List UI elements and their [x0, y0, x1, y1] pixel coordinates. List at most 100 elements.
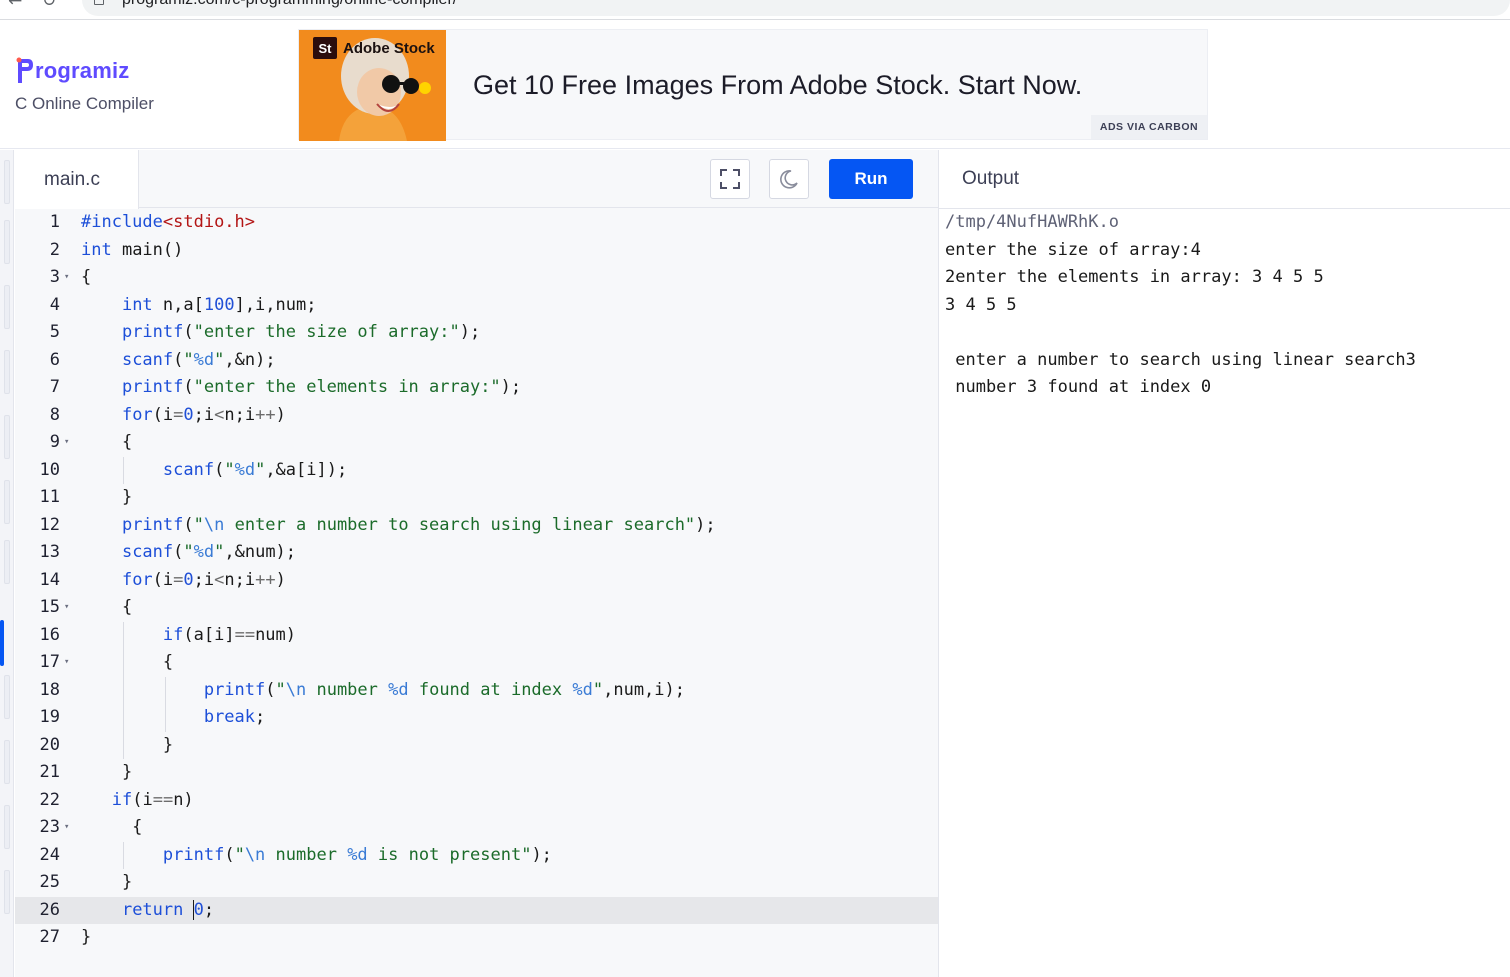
fold-arrow-icon[interactable]: ▾: [64, 429, 69, 457]
ad-brand-name: Adobe Stock: [343, 39, 435, 57]
line-number: 22: [39, 789, 60, 810]
code-line-text: {: [81, 267, 92, 287]
output-binary-path: /tmp/4NufHAWRhK.o: [945, 212, 1119, 232]
code-line[interactable]: 27}: [15, 924, 938, 952]
line-number: 1: [49, 212, 60, 232]
code-line[interactable]: 24 printf("\n number %d is not present")…: [15, 842, 938, 870]
code-line[interactable]: 1 #include<stdio.h>: [15, 209, 938, 237]
code-line[interactable]: 5 printf("enter the size of array:");: [15, 319, 938, 347]
code-line-text: scanf("%d",&a[i]);: [162, 459, 348, 480]
code-line-text: printf("\n enter a number to search usin…: [121, 514, 716, 535]
output-line: number 3 found at index 0: [945, 377, 1212, 397]
code-editor-panel: main.c Run 1 #include<stdio.h> 2 int main()…: [15, 150, 938, 977]
ads-via-carbon-link[interactable]: ADS VIA CARBON: [1091, 115, 1207, 139]
line-number: 21: [39, 762, 60, 782]
fold-arrow-icon[interactable]: ▾: [64, 814, 69, 842]
code-line-text: {: [81, 652, 174, 672]
code-line-text: for(i=0;i<n;i++): [121, 404, 286, 425]
code-line[interactable]: 2 int main(): [15, 237, 938, 265]
run-button[interactable]: Run: [829, 159, 913, 199]
line-number: 14: [39, 569, 60, 590]
code-line[interactable]: 22 if(i==n): [15, 787, 938, 815]
programiz-logo-icon: [16, 57, 33, 83]
rail-active-indicator: [0, 620, 4, 666]
code-line[interactable]: 14 for(i=0;i<n;i++): [15, 567, 938, 595]
code-line-text: scanf("%d",&num);: [121, 542, 297, 562]
output-title: Output: [962, 168, 1020, 189]
code-line-text: #include<stdio.h>: [81, 212, 256, 232]
rail-item[interactable]: [4, 415, 10, 459]
ad-image[interactable]: St Adobe Stock: [299, 30, 446, 141]
code-line[interactable]: 11 }: [15, 484, 938, 512]
line-number: 2: [49, 239, 60, 260]
code-line[interactable]: 25 }: [15, 869, 938, 897]
tab-main-c[interactable]: main.c: [15, 150, 139, 209]
code-line[interactable]: 8 for(i=0;i<n;i++): [15, 402, 938, 430]
editor-tabbar: main.c Run: [15, 150, 938, 209]
line-number: 23: [39, 817, 60, 837]
rail-item[interactable]: [4, 805, 10, 849]
rail-item[interactable]: [4, 480, 10, 524]
code-line[interactable]: 21 }: [15, 759, 938, 787]
line-number: 9: [49, 432, 60, 452]
code-line[interactable]: 6 scanf("%d",&n);: [15, 347, 938, 375]
rail-item[interactable]: [4, 870, 10, 914]
programiz-logo[interactable]: rogramiz: [16, 57, 130, 85]
code-line-text: }: [81, 927, 92, 947]
code-line[interactable]: 17 ▾ {: [15, 649, 938, 677]
fold-arrow-icon[interactable]: ▾: [64, 594, 69, 622]
ad-banner[interactable]: St Adobe Stock Get 10 Free Images From A…: [298, 29, 1208, 141]
code-line[interactable]: 12 printf("\n enter a number to search u…: [15, 512, 938, 540]
reload-icon[interactable]: ↻: [42, 0, 56, 11]
rail-item[interactable]: [4, 160, 10, 204]
code-line[interactable]: 18 printf("\n number %d found at index %…: [15, 677, 938, 705]
ad-headline[interactable]: Get 10 Free Images From Adobe Stock. Sta…: [473, 70, 1082, 101]
code-line[interactable]: 4 int n,a[100],i,num;: [15, 292, 938, 320]
code-line[interactable]: 23 ▾ {: [15, 814, 938, 842]
line-number: 26: [39, 899, 60, 920]
code-line[interactable]: 20 }: [15, 732, 938, 760]
indent-guide: [123, 456, 124, 484]
code-line[interactable]: 13 scanf("%d",&num);: [15, 539, 938, 567]
line-number: 18: [39, 679, 60, 700]
rail-item[interactable]: [4, 540, 10, 584]
theme-toggle-button[interactable]: [769, 159, 809, 199]
code-line[interactable]: 16 if(a[i]==num): [15, 622, 938, 650]
code-line[interactable]: 26 return 0;: [15, 896, 938, 924]
code-line-text: }: [81, 734, 174, 755]
code-area[interactable]: 1 #include<stdio.h> 2 int main() 3 ▾{4 int n,…: [15, 209, 938, 977]
site-header: rogramiz C Online Compiler St Adobe Stoc…: [0, 21, 1510, 149]
output-line: enter the size of array:4: [945, 239, 1201, 260]
line-number: 25: [39, 872, 60, 892]
rail-item[interactable]: [4, 740, 10, 784]
fold-arrow-icon[interactable]: ▾: [64, 649, 69, 677]
line-number: 20: [39, 734, 60, 755]
rail-item[interactable]: [4, 350, 10, 394]
line-number: 12: [39, 514, 60, 535]
fullscreen-button[interactable]: [710, 159, 750, 199]
line-number: 5: [49, 322, 60, 342]
rail-item[interactable]: [4, 285, 10, 329]
line-number: 7: [49, 377, 60, 397]
code-line-text: break;: [203, 707, 266, 727]
line-number: 6: [49, 349, 60, 370]
address-bar-url[interactable]: programiz.com/c-programming/online-compi…: [122, 0, 457, 9]
code-line[interactable]: 3 ▾ {: [15, 264, 938, 292]
output-console[interactable]: /tmp/4NufHAWRhK.o enter the size of array…: [945, 209, 1505, 402]
code-line-text: if(i==n): [111, 789, 194, 810]
code-line[interactable]: 10 scanf("%d",&a[i]);: [15, 457, 938, 485]
code-line[interactable]: 7 printf("enter the elements in array:")…: [15, 374, 938, 402]
line-number: 17: [39, 652, 60, 672]
fold-arrow-icon[interactable]: ▾: [64, 264, 69, 292]
line-number: 16: [39, 624, 60, 645]
code-line[interactable]: 19 break;: [15, 704, 938, 732]
indent-guide: [123, 621, 124, 759]
code-line-text: return 0;: [121, 899, 215, 920]
code-line[interactable]: 9 ▾ {: [15, 429, 938, 457]
rail-item[interactable]: [4, 675, 10, 719]
back-arrow-icon[interactable]: ←: [8, 0, 22, 11]
code-line[interactable]: 15 ▾ {: [15, 594, 938, 622]
rail-item[interactable]: [4, 220, 10, 264]
line-number: 24: [39, 844, 60, 865]
indent-guide: [165, 676, 166, 732]
